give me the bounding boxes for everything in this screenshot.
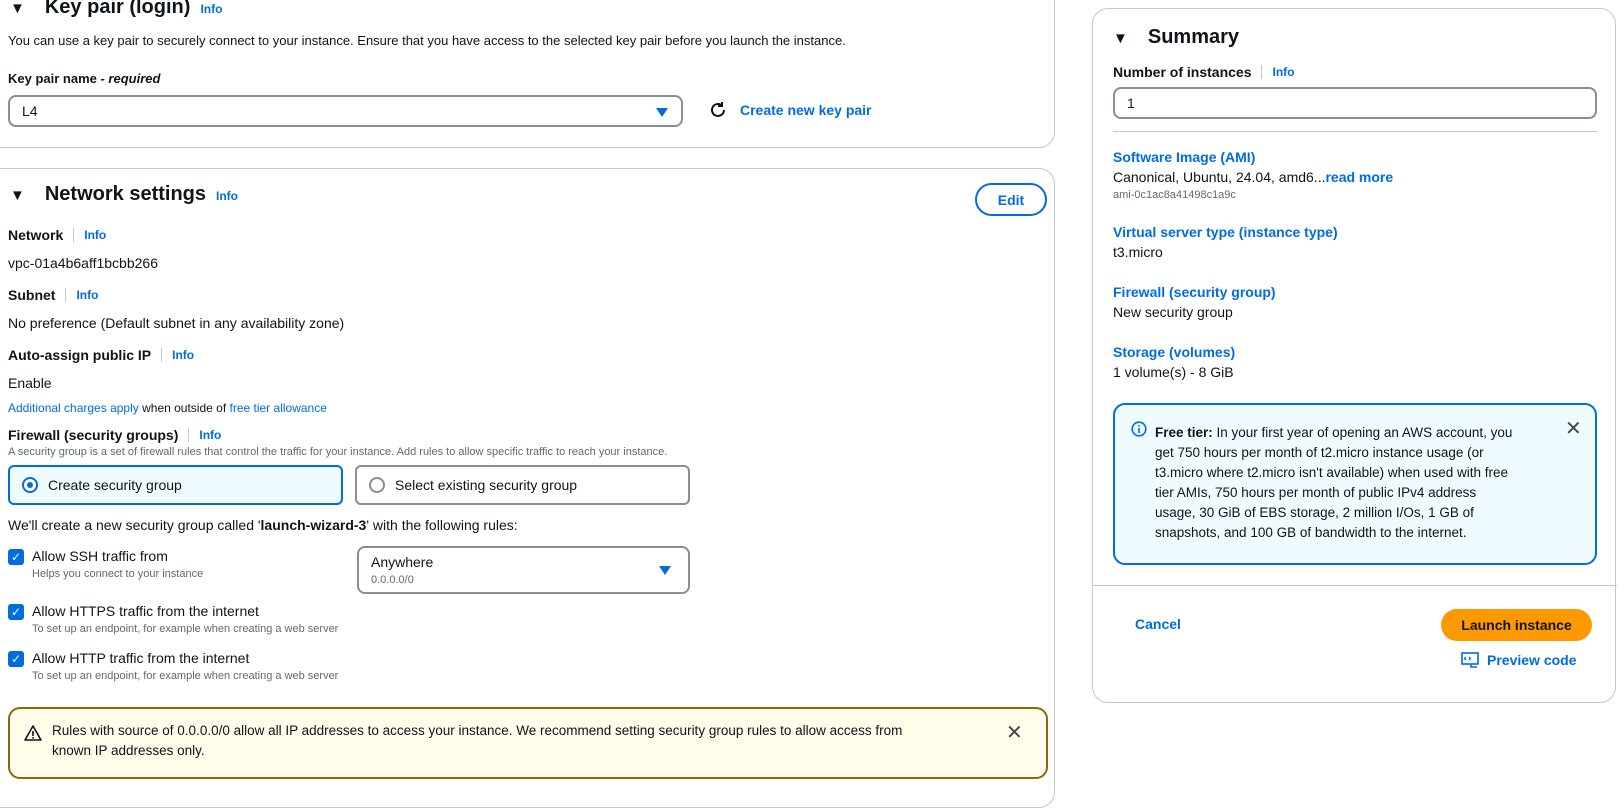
launch-instance-button[interactable]: Launch instance: [1441, 609, 1592, 641]
info-icon: [1131, 421, 1147, 437]
keypair-selected-value: L4: [22, 103, 38, 119]
https-label: Allow HTTPS traffic from the internet: [32, 603, 259, 619]
sg-name: launch-wizard-3: [260, 517, 367, 533]
network-label: Network: [8, 227, 64, 243]
divider: [1113, 131, 1597, 132]
dropdown-arrow-icon: [656, 108, 668, 117]
https-checkbox[interactable]: ✓: [8, 604, 24, 620]
code-preview-icon: [1461, 652, 1479, 668]
ssh-hint: Helps you connect to your instance: [32, 568, 204, 580]
subnet-label: Subnet: [8, 287, 56, 303]
warning-line-2: known IP addresses only.: [52, 743, 205, 758]
summary-title: Summary: [1147, 26, 1240, 48]
http-hint: To set up an endpoint, for example when …: [32, 670, 339, 682]
keypair-heading[interactable]: ▼ Key pair (login) Info: [10, 0, 222, 19]
public-ip-value: Enable: [8, 375, 52, 391]
ami-id: ami-0c1ac8a41498c1a9c: [1113, 189, 1236, 201]
instances-value: 1: [1127, 95, 1135, 111]
network-info[interactable]: Info: [84, 228, 106, 242]
radio-existing-label: Select existing security group: [395, 477, 578, 493]
firewall-info[interactable]: Info: [199, 428, 221, 442]
ssh-checkbox[interactable]: ✓: [8, 549, 24, 565]
network-info-link[interactable]: Info: [216, 189, 238, 203]
keypair-title: Key pair (login): [44, 0, 191, 18]
public-ip-label-row: Auto-assign public IP Info: [8, 347, 194, 363]
divider: [1261, 65, 1263, 79]
firewall-label-row: Firewall (security groups) Info: [8, 427, 221, 443]
create-keypair-link[interactable]: Create new key pair: [740, 102, 872, 118]
radio-create-security-group[interactable]: Create security group: [8, 465, 343, 505]
radio-create-label: Create security group: [48, 477, 182, 493]
divider: [188, 428, 190, 442]
radio-unselected-icon[interactable]: [369, 477, 385, 493]
keypair-info-link[interactable]: Info: [200, 2, 222, 16]
radio-select-existing-security-group[interactable]: Select existing security group: [355, 465, 690, 505]
firewall-label: Firewall (security groups): [8, 427, 179, 443]
ssh-source-value: Anywhere: [371, 554, 434, 570]
public-ip-label: Auto-assign public IP: [8, 347, 152, 363]
divider: [73, 228, 75, 242]
ssh-source-select[interactable]: Anywhere 0.0.0.0/0: [357, 546, 690, 594]
caret-down-icon[interactable]: ▼: [10, 187, 25, 204]
subnet-info[interactable]: Info: [76, 288, 98, 302]
firewall-summary-label[interactable]: Firewall (security group): [1113, 284, 1276, 300]
http-checkbox[interactable]: ✓: [8, 651, 24, 667]
cancel-button[interactable]: Cancel: [1135, 616, 1181, 632]
subnet-value: No preference (Default subnet in any ava…: [8, 315, 345, 331]
network-title: Network settings: [44, 183, 207, 205]
free-tier-alert: Free tier: In your first year of opening…: [1113, 403, 1597, 565]
preview-code-label: Preview code: [1487, 652, 1577, 668]
ami-read-more-link[interactable]: read more: [1325, 169, 1393, 185]
edit-button[interactable]: Edit: [975, 183, 1047, 216]
public-ip-info[interactable]: Info: [172, 348, 194, 362]
subnet-label-row: Subnet Info: [8, 287, 98, 303]
instances-label: Number of instances: [1113, 64, 1252, 80]
dropdown-arrow-icon: [659, 566, 671, 575]
divider: [65, 288, 67, 302]
ssh-source-cidr: 0.0.0.0/0: [371, 574, 414, 586]
divider: [1093, 585, 1617, 586]
instance-type-value: t3.micro: [1113, 244, 1163, 260]
https-hint: To set up an endpoint, for example when …: [32, 623, 339, 635]
keypair-field-label: Key pair name - required: [8, 71, 161, 86]
summary-heading[interactable]: ▼ Summary: [1113, 26, 1239, 49]
charges-mid-text: when outside of: [138, 401, 230, 415]
http-label: Allow HTTP traffic from the internet: [32, 650, 250, 666]
firewall-description: A security group is a set of firewall ru…: [8, 446, 668, 458]
free-tier-link[interactable]: free tier allowance: [230, 401, 327, 415]
storage-value: 1 volume(s) - 8 GiB: [1113, 364, 1234, 380]
caret-down-icon[interactable]: ▼: [1113, 30, 1128, 47]
summary-panel: ▼ Summary Number of instances Info 1 Sof…: [1092, 8, 1617, 703]
divider: [161, 348, 163, 362]
refresh-icon[interactable]: [708, 100, 728, 120]
ssh-label: Allow SSH traffic from: [32, 548, 168, 564]
keypair-description: You can use a key pair to securely conne…: [8, 33, 846, 48]
caret-down-icon[interactable]: ▼: [10, 0, 25, 17]
close-icon[interactable]: ✕: [1006, 723, 1023, 743]
warning-line-1: Rules with source of 0.0.0.0/0 allow all…: [52, 723, 903, 738]
create-keypair-group[interactable]: Create new key pair: [708, 100, 872, 120]
warning-alert: Rules with source of 0.0.0.0/0 allow all…: [8, 707, 1048, 779]
keypair-select[interactable]: L4: [8, 95, 683, 127]
network-value: vpc-01a4b6aff1bcbb266: [8, 255, 158, 271]
instances-label-row: Number of instances Info: [1113, 64, 1294, 80]
charges-note: Additional charges apply when outside of…: [8, 401, 327, 415]
network-label-row: Network Info: [8, 227, 106, 243]
instances-input[interactable]: 1: [1113, 87, 1597, 119]
storage-label[interactable]: Storage (volumes): [1113, 344, 1235, 360]
instance-type-label[interactable]: Virtual server type (instance type): [1113, 224, 1338, 240]
ami-value: Canonical, Ubuntu, 24.04, amd6...read mo…: [1113, 169, 1394, 185]
close-icon[interactable]: ✕: [1565, 419, 1582, 439]
instances-info[interactable]: Info: [1272, 65, 1294, 79]
firewall-summary-value: New security group: [1113, 304, 1233, 320]
charges-link[interactable]: Additional charges apply: [8, 401, 139, 415]
network-heading[interactable]: ▼ Network settings Info: [10, 183, 238, 206]
warning-icon: [24, 725, 42, 741]
free-tier-text: Free tier: In your first year of opening…: [1155, 425, 1513, 540]
ami-label[interactable]: Software Image (AMI): [1113, 149, 1255, 165]
create-sg-message: We'll create a new security group called…: [8, 517, 518, 533]
preview-code-link[interactable]: Preview code: [1461, 652, 1577, 668]
radio-selected-icon[interactable]: [22, 477, 38, 493]
